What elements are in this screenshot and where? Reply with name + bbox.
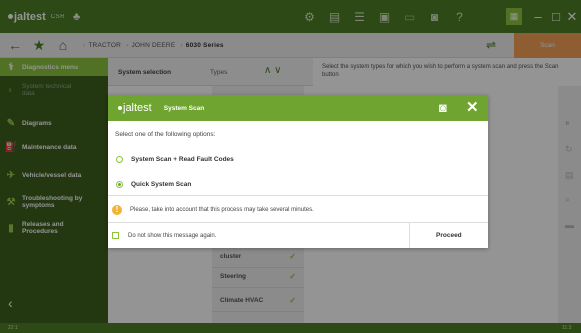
dont-show-checkbox[interactable] (112, 232, 119, 239)
dialog-title: System Scan (163, 104, 205, 112)
divider (108, 195, 488, 196)
jaltest-logo: jaltest (118, 102, 152, 114)
close-icon[interactable]: ✕ (466, 98, 479, 116)
radio-button[interactable] (116, 156, 123, 163)
proceed-button[interactable]: Proceed (409, 222, 488, 248)
option-scan-read-faults[interactable]: System Scan + Read Fault Codes (116, 156, 234, 163)
warning-message: ! Please, take into account that this pr… (112, 205, 314, 215)
camera-icon[interactable]: ◙ (439, 100, 447, 115)
option-quick-scan[interactable]: Quick System Scan (116, 181, 191, 188)
dialog-prompt: Select one of the following options: (115, 131, 216, 138)
warning-icon: ! (112, 205, 122, 215)
dont-show-again[interactable]: Do not show this message again. (112, 232, 216, 239)
system-scan-dialog: jaltest System Scan ◙ ✕ Select one of th… (108, 95, 488, 248)
dialog-header: jaltest System Scan (108, 95, 488, 121)
radio-button[interactable] (116, 181, 123, 188)
